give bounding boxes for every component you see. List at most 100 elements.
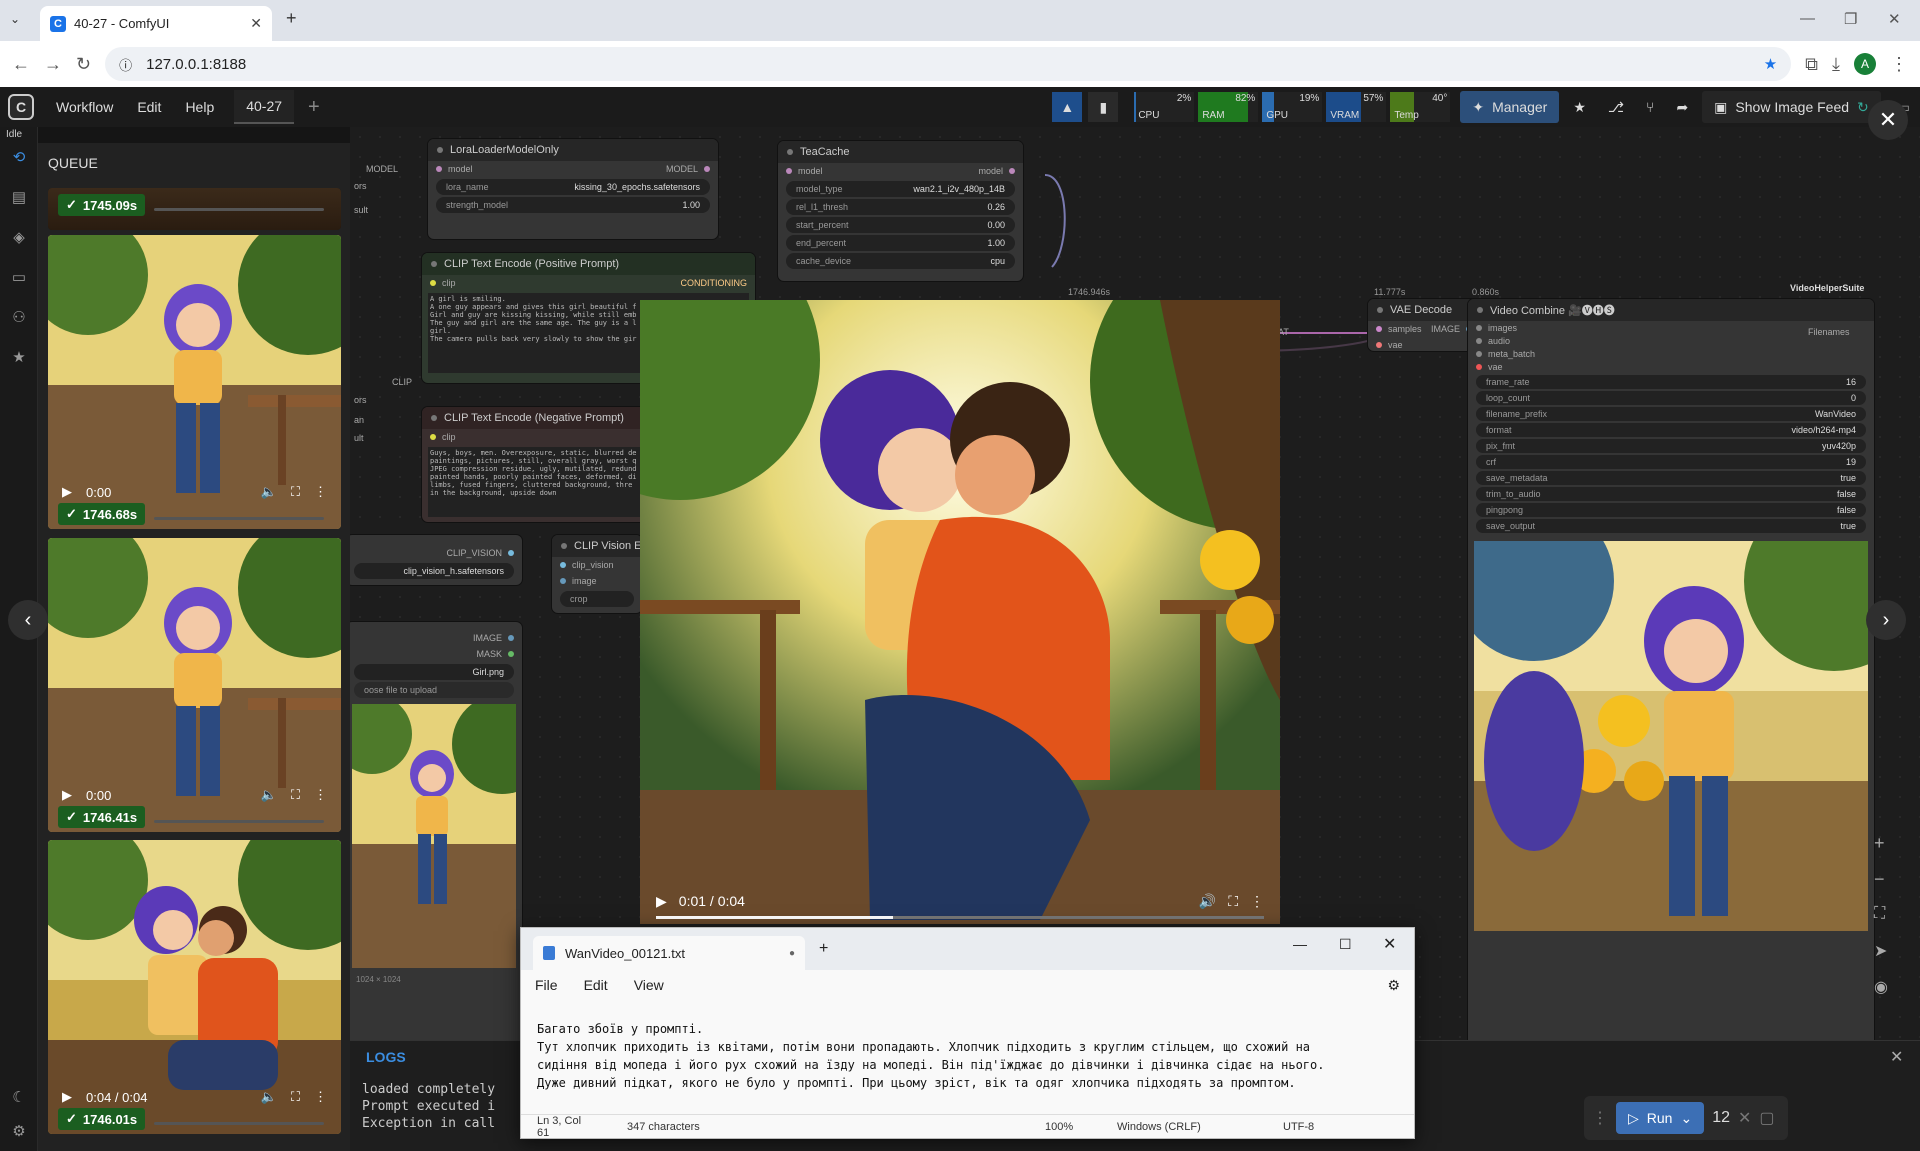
widget-lora-name[interactable]: lora_name kissing_30_epochs.safetensors [436, 179, 710, 195]
node-video-combine[interactable]: Video Combine 🎥🅥🅗🅢 Filenames images audio… [1454, 299, 1920, 1107]
zoom-in-icon[interactable]: + [1874, 833, 1885, 854]
more-icon[interactable]: ⋮ [314, 484, 327, 500]
widget-model-type[interactable]: model_type wan2.1_i2v_480p_14B [786, 181, 1015, 197]
restore-window-icon[interactable]: ❐ [1844, 10, 1857, 28]
new-tab-icon[interactable]: + [286, 8, 297, 29]
node-port[interactable]: vae [1368, 337, 1480, 353]
tab-search-icon[interactable]: ⌄ [10, 12, 20, 26]
manager-button[interactable]: ✦ Manager [1460, 91, 1560, 123]
notepad-tab[interactable]: WanVideo_00121.txt ● [533, 936, 805, 970]
site-info-icon[interactable]: ⓘ [119, 55, 132, 74]
notepad-new-tab-icon[interactable]: + [819, 940, 828, 958]
address-bar[interactable]: ⓘ 127.0.0.1:8188 ★ [105, 47, 1792, 81]
notepad-menu-edit[interactable]: Edit [584, 977, 608, 993]
node-port[interactable]: clip CONDITIONING [422, 275, 755, 291]
video-progress-bar[interactable] [656, 916, 1264, 919]
widget-filename-prefix[interactable]: filename_prefix WanVideo [1476, 407, 1866, 421]
more-icon[interactable]: ⋮ [314, 787, 327, 803]
node-vae-decode[interactable]: VAE Decode samples IMAGE vae [1368, 299, 1480, 351]
widget-strength[interactable]: strength_model 1.00 [436, 197, 710, 213]
extensions-icon[interactable]: ⧉ [1805, 54, 1818, 75]
notepad-settings-gear-icon[interactable]: ⚙ [1387, 977, 1400, 994]
widget-save-metadata[interactable]: save_metadata true [1476, 471, 1866, 485]
workflow-tab[interactable]: 40-27 [234, 90, 295, 124]
show-image-feed-button[interactable]: ▣ Show Image Feed ↻ [1702, 91, 1881, 123]
widget-pingpong[interactable]: pingpong false [1476, 503, 1866, 517]
fullscreen-icon[interactable]: ⛶ [291, 484, 300, 500]
node-port[interactable]: CLIP_VISION [350, 545, 522, 561]
bookmark-star-icon[interactable]: ★ [1764, 55, 1777, 73]
node-port[interactable]: samples IMAGE [1368, 321, 1480, 337]
fit-view-icon[interactable]: ⛶ [1874, 905, 1885, 923]
downloads-icon[interactable]: ⤓ [1832, 54, 1840, 75]
node-port[interactable]: IMAGE [350, 630, 522, 646]
volume-icon[interactable]: 🔈 [261, 484, 277, 500]
widget-rel-l1-thresh[interactable]: rel_l1_thresh 0.26 [786, 199, 1015, 215]
fullscreen-icon[interactable]: ⛶ [291, 1089, 300, 1105]
node-lora-loader[interactable]: LoraLoaderModelOnly model MODEL lora_name… [428, 139, 718, 239]
queue-panel-icon[interactable]: ▢ [1759, 1108, 1774, 1128]
templates-icon[interactable]: ⚇ [0, 297, 38, 337]
widget-clip-name[interactable]: clip_vision_h.safetensors [354, 563, 514, 579]
widget-image-file[interactable]: Girl.png [354, 664, 514, 680]
node-clip-vision-encode[interactable]: CLIP Vision E clip_vision image crop [552, 535, 642, 613]
node-port[interactable]: image [552, 573, 642, 589]
menu-help[interactable]: Help [173, 99, 226, 115]
unsaved-dot-icon[interactable]: ● [789, 948, 795, 959]
notepad-window[interactable]: WanVideo_00121.txt ● + — ☐ ✕ File Edit V… [520, 927, 1415, 1139]
share-icon[interactable]: ⎇ [1600, 99, 1632, 116]
favorites-star-icon[interactable]: ★ [0, 337, 38, 377]
close-viewer-button[interactable]: ✕ [1868, 100, 1908, 140]
reload-icon[interactable]: ↻ [76, 54, 91, 75]
widget-loop-count[interactable]: loop_count 0 [1476, 391, 1866, 405]
bookmark-icon[interactable]: ▮ [1088, 92, 1119, 122]
toggle-links-icon[interactable]: ◉ [1874, 977, 1888, 997]
close-tab-icon[interactable]: ✕ [250, 15, 262, 32]
widget-save-output[interactable]: save_output true [1476, 519, 1866, 533]
node-clip-vision-loader[interactable]: CLIP_VISION clip_vision_h.safetensors [350, 535, 522, 585]
menu-edit[interactable]: Edit [125, 99, 173, 115]
notepad-minimize-icon[interactable]: — [1293, 936, 1307, 952]
node-teacache[interactable]: TeaCache model model model_type wan2.1_i2v… [778, 141, 1023, 281]
volume-icon[interactable]: 🔈 [261, 1089, 277, 1105]
widget-start-percent[interactable]: start_percent 0.00 [786, 217, 1015, 233]
upload-button[interactable]: oose file to upload [354, 682, 514, 698]
node-port[interactable]: vae [1468, 360, 1874, 373]
widget-crop[interactable]: crop [560, 591, 634, 607]
minimize-window-icon[interactable]: — [1800, 10, 1815, 27]
notepad-menu-view[interactable]: View [634, 977, 664, 993]
node-library-icon[interactable]: ▤ [0, 177, 38, 217]
widget-frame-rate[interactable]: frame_rate 16 [1476, 375, 1866, 389]
comfyui-logo[interactable]: C [8, 94, 34, 120]
drag-handle-icon[interactable]: ⋮ [1592, 1108, 1608, 1128]
node-port[interactable]: model model [778, 163, 1023, 179]
pointer-mode-icon[interactable]: ➤ [1874, 941, 1887, 961]
new-workflow-icon[interactable]: + [308, 96, 320, 119]
widget-format[interactable]: format video/h264-mp4 [1476, 423, 1866, 437]
menu-workflow[interactable]: Workflow [44, 99, 125, 115]
video-preview-player[interactable] [640, 300, 1280, 924]
volume-icon[interactable]: 🔊 [1199, 893, 1216, 910]
play-icon[interactable]: ▶ [656, 893, 667, 910]
node-port[interactable]: meta_batch [1468, 347, 1874, 360]
model-library-icon[interactable]: ◈ [0, 217, 38, 257]
notepad-maximize-icon[interactable]: ☐ [1339, 936, 1352, 953]
fullscreen-icon[interactable]: ⛶ [291, 787, 300, 803]
star-icon[interactable]: ★ [1565, 99, 1594, 116]
widget-pix-fmt[interactable]: pix_fmt yuv420p [1476, 439, 1866, 453]
zoom-out-icon[interactable]: − [1874, 869, 1885, 890]
profile-avatar[interactable]: A [1854, 53, 1876, 75]
next-image-button[interactable]: › [1866, 600, 1906, 640]
widget-end-percent[interactable]: end_percent 1.00 [786, 235, 1015, 251]
play-icon[interactable]: ▶ [62, 1089, 72, 1105]
workflows-folder-icon[interactable]: ▭ [0, 257, 38, 297]
browser-menu-icon[interactable]: ⋮ [1890, 54, 1908, 75]
stamp-icon[interactable]: ▲ [1052, 92, 1083, 122]
run-button[interactable]: ▷ Run ⌄ [1616, 1102, 1705, 1134]
queue-item[interactable]: ✓ 1745.09s [48, 188, 341, 230]
more-icon[interactable]: ⋮ [314, 1089, 327, 1105]
back-icon[interactable]: ← [12, 54, 30, 75]
notepad-text-area[interactable]: Багато збоїв у промпті. Тут хлопчик прих… [537, 1020, 1324, 1092]
batch-count-input[interactable]: 12 [1712, 1109, 1730, 1127]
widget-crf[interactable]: crf 19 [1476, 455, 1866, 469]
